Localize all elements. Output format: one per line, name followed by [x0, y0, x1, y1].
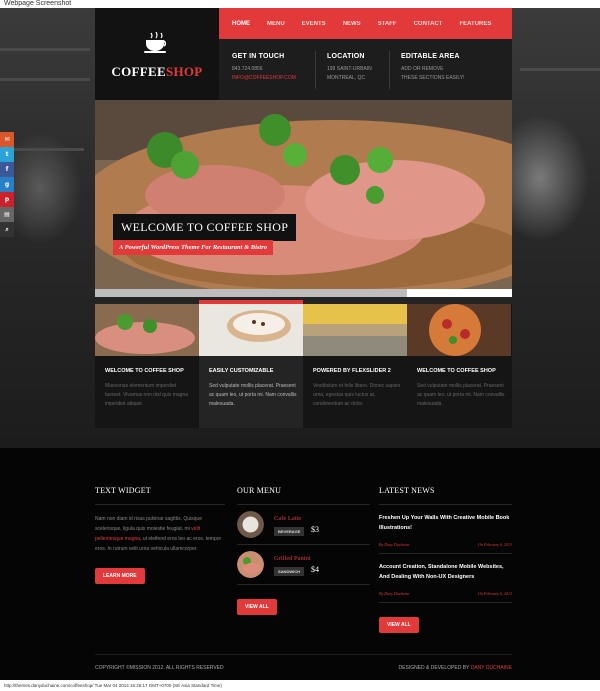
info-line: ADD OR REMOVE [401, 66, 444, 72]
feature-image [95, 304, 199, 356]
info-heading: EDITABLE AREA [401, 53, 460, 60]
news-date: On February 6, 2013 [478, 591, 512, 596]
feature-image [303, 304, 407, 356]
news-author: By Dany Duchaine [379, 591, 410, 596]
status-bar: http://themes.danyduchaine.com/coffeesho… [4, 683, 222, 688]
nav-home[interactable]: HOME [232, 21, 250, 27]
pinterest-icon[interactable]: p [0, 192, 14, 207]
designer-link[interactable]: DANY DUCHAINE [471, 665, 512, 671]
news-date: On February 6, 2013 [478, 542, 512, 547]
nav-news[interactable]: NEWS [343, 21, 361, 27]
menu-item-name: Cafe Latte [274, 515, 302, 522]
news-author: By Dany Duchaine [379, 542, 410, 547]
nav-staff[interactable]: STAFF [378, 21, 397, 27]
mail-icon[interactable]: ▤ [0, 207, 14, 222]
feature-image [199, 304, 303, 356]
menu-item-price: $4 [311, 565, 319, 574]
logo[interactable]: COFFEESHOP [95, 8, 219, 100]
email-link[interactable]: INFO@COFFEESHOP.COM [232, 74, 322, 83]
menu-item[interactable]: Cafe Latte BEVERAGE $3 [237, 505, 370, 545]
news-item[interactable]: Account Creation, Standalone Mobile Webs… [379, 554, 512, 603]
menu-item-tag: SANDWICH [274, 567, 304, 576]
feature-title: POWERED BY FLEXSLIDER 2 [313, 368, 391, 374]
footer: TEXT WIDGET Nam non diam id risus pulvin… [0, 448, 600, 680]
info-get-in-touch: GET IN TOUCH 843.724.0856 INFO@COFFEESHO… [232, 53, 322, 83]
footer-bottom: COPYRIGHT ©MISSION 2012. ALL RIGHTS RESE… [95, 654, 512, 671]
nav-events[interactable]: EVENTS [302, 21, 326, 27]
info-heading: GET IN TOUCH [232, 53, 285, 60]
hero-tagline: A Powerful WordPress Theme For Restauran… [113, 240, 274, 255]
hero-slider[interactable]: WELCOME TO COFFEE SHOP A Powerful WordPr… [95, 100, 512, 296]
widget-heading: LATEST NEWS [379, 486, 512, 505]
news-item[interactable]: Freshen Up Your Walls With Creative Mobi… [379, 505, 512, 554]
social-sidebar: ✉ t f g p ▤ ⌕ [0, 132, 14, 237]
feature-title: WELCOME TO COFFEE SHOP [417, 368, 496, 374]
feature-card[interactable]: EASILY CUSTOMIZABLE Sed vulputate mollis… [199, 300, 303, 428]
phone-number: 843.724.0856 [232, 66, 263, 72]
features-row: WELCOME TO COFFEE SHOP Maecenas elementu… [95, 300, 512, 428]
twitter-icon[interactable]: t [0, 147, 14, 162]
menu-item-image [237, 551, 264, 578]
feature-card[interactable]: POWERED BY FLEXSLIDER 2 Vestibulum et fe… [303, 304, 407, 428]
widget-text: Nam non diam id risus pulvinar sagittis.… [95, 516, 222, 552]
hero-food-image [95, 100, 512, 296]
news-title[interactable]: Freshen Up Your Walls With Creative Mobi… [379, 513, 511, 533]
feature-card[interactable]: WELCOME TO COFFEE SHOP Maecenas elementu… [95, 304, 199, 428]
feature-title: EASILY CUSTOMIZABLE [209, 368, 274, 374]
copyright: COPYRIGHT ©MISSION 2012. ALL RIGHTS RESE… [95, 665, 224, 671]
menu-item-tag: BEVERAGE [274, 527, 305, 536]
info-editable-area: EDITABLE AREA ADD OR REMOVE THESE SECTIO… [401, 53, 511, 83]
feature-image [407, 304, 511, 356]
menu-item-name: Grilled Panini [274, 555, 311, 562]
credit: DESIGNED & DEVELOPED BY DANY DUCHAINE [398, 665, 512, 671]
view-all-menu-button[interactable]: VIEW ALL [237, 599, 277, 615]
slider-progress [95, 289, 512, 297]
screenshot-label: Webpage Screenshot [4, 0, 72, 7]
widget-heading: TEXT WIDGET [95, 486, 225, 505]
email-icon[interactable]: ✉ [0, 132, 14, 147]
feature-text: Maecenas elementum imperdiet laoreet. Vi… [105, 383, 189, 407]
google-plus-icon[interactable]: g [0, 177, 14, 192]
search-icon[interactable]: ⌕ [0, 222, 14, 237]
hero-title: WELCOME TO COFFEE SHOP [113, 214, 297, 241]
widget-heading: OUR MENU [237, 486, 370, 505]
latest-news-widget: LATEST NEWS Freshen Up Your Walls With C… [379, 486, 512, 633]
menu-item-price: $3 [311, 525, 319, 534]
nav-contact[interactable]: CONTACT [414, 21, 443, 27]
text-widget: TEXT WIDGET Nam non diam id risus pulvin… [95, 486, 225, 584]
info-bar: GET IN TOUCH 843.724.0856 INFO@COFFEESHO… [219, 39, 512, 100]
our-menu-widget: OUR MENU Cafe Latte BEVERAGE $3 Grilled … [237, 486, 370, 615]
logo-text: COFFEESHOP [111, 64, 203, 79]
feature-text: Vestibulum et felis libero. Donec sapien… [313, 383, 401, 407]
menu-item[interactable]: Grilled Panini SANDWICH $4 [237, 545, 370, 585]
facebook-icon[interactable]: f [0, 162, 14, 177]
feature-text: Sed vulputate mollis placerat. Praesent … [417, 383, 505, 407]
info-line: THESE SECTIONS EASILY! [401, 75, 465, 81]
main-nav: HOME MENU EVENTS NEWS STAFF CONTACT FEAT… [219, 8, 512, 39]
coffee-cup-icon [144, 32, 167, 53]
feature-title: WELCOME TO COFFEE SHOP [105, 368, 184, 374]
learn-more-button[interactable]: LEARN MORE [95, 568, 145, 584]
nav-menu[interactable]: MENU [267, 21, 285, 27]
view-all-news-button[interactable]: VIEW ALL [379, 617, 419, 633]
feature-text: Sed vulputate mollis placerat. Praesent … [209, 383, 297, 407]
nav-features[interactable]: FEATURES [459, 21, 491, 27]
page: COFFEESHOP HOME MENU EVENTS NEWS STAFF C… [0, 8, 600, 680]
menu-item-image [237, 511, 264, 538]
feature-card[interactable]: WELCOME TO COFFEE SHOP Sed vulputate mol… [407, 304, 511, 428]
news-title[interactable]: Account Creation, Standalone Mobile Webs… [379, 562, 511, 582]
